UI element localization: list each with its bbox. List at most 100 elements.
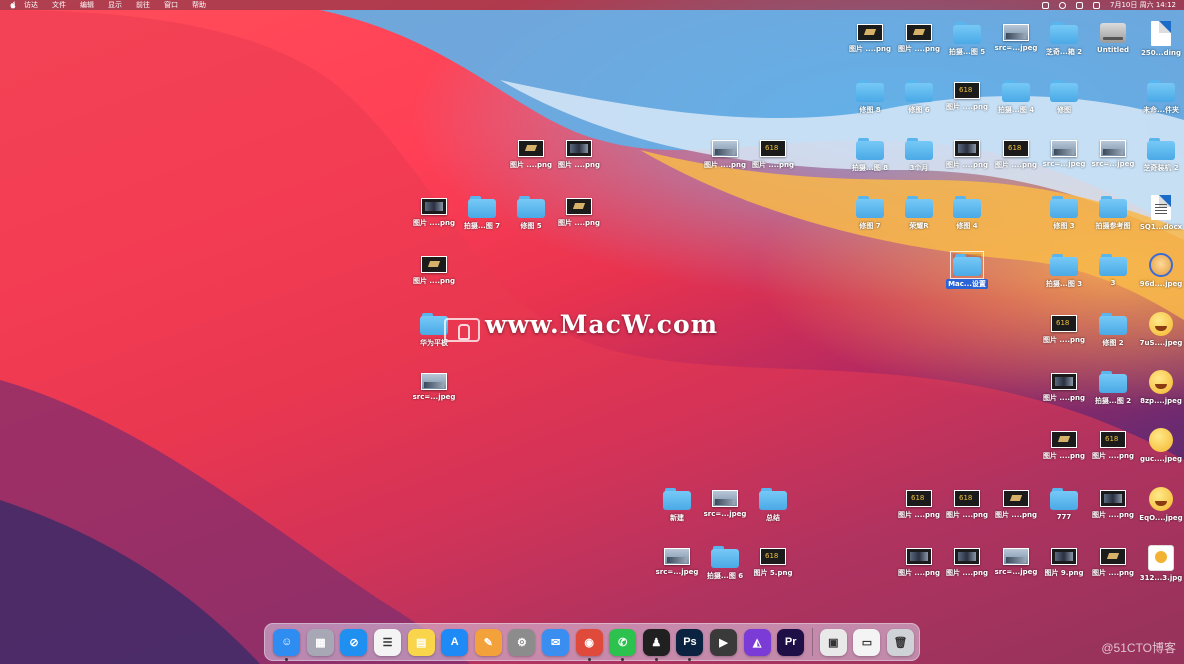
folder-icon xyxy=(905,196,933,218)
dock-notes-icon[interactable]: ▤ xyxy=(407,628,435,656)
desktop-item[interactable]: 图片 5.png xyxy=(745,544,801,590)
dock-qq-mail-icon[interactable]: ✉ xyxy=(542,628,570,656)
image-thumbnail-icon xyxy=(566,140,592,157)
dock-system-preferences-icon[interactable]: ⚙ xyxy=(508,628,536,656)
desktop-item[interactable]: guc....jpeg xyxy=(1133,427,1184,473)
menu-finder[interactable]: 访达 xyxy=(24,0,38,10)
desktop-item[interactable]: 拍摄...图 7 xyxy=(454,194,510,240)
dock-wechat-icon[interactable]: ✆ xyxy=(609,628,637,661)
dock-trash-icon[interactable]: 🗑 xyxy=(886,628,914,656)
desktop-item-label: Mac...设置 xyxy=(946,279,988,289)
image-thumbnail-icon xyxy=(1051,140,1077,157)
desktop-item[interactable]: EqO....jpeg xyxy=(1133,486,1184,532)
desktop-item[interactable]: 图片 ....png xyxy=(1036,311,1092,357)
desktop-item-label: 修图 3 xyxy=(1053,222,1075,230)
desktop-item[interactable]: 图片 ....png xyxy=(745,136,801,182)
desktop-item[interactable]: 芝奇装机 2 xyxy=(1133,136,1184,182)
emoji-image-icon xyxy=(1149,253,1173,277)
dock-app-store-icon[interactable]: A xyxy=(441,628,469,656)
desktop-item[interactable]: 7uS....jpeg xyxy=(1133,311,1184,357)
desktop-item[interactable]: src=...jpeg xyxy=(1036,136,1092,182)
desktop-item[interactable]: 777 xyxy=(1036,486,1092,532)
folder-icon xyxy=(1050,488,1078,510)
status-play-icon[interactable] xyxy=(1059,1,1067,9)
desktop-item[interactable]: 96d....jpeg xyxy=(1133,252,1184,298)
status-battery-icon[interactable] xyxy=(1076,1,1084,9)
desktop-item[interactable]: 修图 4 xyxy=(939,194,995,240)
dock-launchpad-icon[interactable]: ▦ xyxy=(306,628,334,656)
desktop-item-label: 修图 5 xyxy=(520,222,542,230)
desktop-item[interactable]: 图片 9.png xyxy=(1036,544,1092,590)
desktop-item[interactable]: 250...ding xyxy=(1133,20,1184,66)
dock-final-cut-icon[interactable]: ▶ xyxy=(710,628,738,656)
dock-screenshot-icon[interactable]: ▭ xyxy=(853,628,881,656)
desktop-item[interactable]: 图片 ....png xyxy=(1036,427,1092,473)
dock-chrome-icon[interactable]: ◉ xyxy=(575,628,603,661)
desktop-item[interactable]: Mac...设置 xyxy=(939,251,995,298)
desktop-item[interactable]: src=...jpeg xyxy=(406,369,462,415)
status-control-center-icon[interactable] xyxy=(1093,1,1101,9)
desktop-item-label: src=...jpeg xyxy=(994,44,1038,52)
menubar-clock[interactable]: 7月10日 周六 14:12 xyxy=(1110,0,1176,10)
desktop-item-label: 未命...件夹 xyxy=(1143,106,1179,114)
desktop-item-label: 7uS....jpeg xyxy=(1139,339,1183,347)
desktop-item[interactable]: 修图 xyxy=(1036,78,1092,124)
menu-file[interactable]: 文件 xyxy=(52,0,66,10)
running-indicator xyxy=(285,657,289,661)
desktop-item[interactable]: 修图 8 xyxy=(842,78,898,124)
desktop-item-label: 图片 ....png xyxy=(1042,394,1086,402)
desktop-item[interactable]: 图片 ....png xyxy=(551,136,607,182)
menu-view[interactable]: 显示 xyxy=(108,0,122,10)
dock-safari-icon[interactable]: ⊘ xyxy=(340,628,368,656)
desktop-item[interactable]: 图片 ....png xyxy=(406,252,462,298)
image-thumbnail-icon xyxy=(906,24,932,41)
desktop-item[interactable]: 图片 ....png xyxy=(551,194,607,240)
desktop-item[interactable]: 图片 ....png xyxy=(939,544,995,590)
emoji-image-icon xyxy=(1149,312,1173,336)
dock-affinity-icon[interactable]: ◭ xyxy=(743,628,771,656)
menu-window[interactable]: 窗口 xyxy=(164,0,178,10)
desktop-item-label: 图片 ....png xyxy=(1042,452,1086,460)
dock-preview-icon[interactable]: ▣ xyxy=(819,628,847,656)
desktop-item[interactable]: 未命...件夹 xyxy=(1133,78,1184,124)
folder-icon xyxy=(1147,138,1175,160)
drive-icon xyxy=(1100,23,1126,43)
desktop-item[interactable]: 312...3.jpg xyxy=(1133,544,1184,590)
desktop-item[interactable]: 芝奇...箱 2 xyxy=(1036,20,1092,66)
desktop-item[interactable]: 图片 ....png xyxy=(842,20,898,66)
desktop-item-label: src=...jpeg xyxy=(655,568,699,576)
menu-go[interactable]: 前往 xyxy=(136,0,150,10)
dock-qq-icon[interactable]: ♟ xyxy=(642,628,670,661)
desktop-item-label: src=...jpeg xyxy=(1091,160,1135,168)
folder-icon xyxy=(1099,371,1127,393)
image-thumbnail-icon xyxy=(954,140,980,157)
desktop-item-label: 荣耀R xyxy=(909,222,929,230)
image-thumbnail-icon xyxy=(421,373,447,390)
desktop-item[interactable]: 图片 ....png xyxy=(939,136,995,182)
desktop-item[interactable]: 总结 xyxy=(745,486,801,532)
desktop-item[interactable]: 拍摄...图 3 xyxy=(1036,252,1092,298)
desktop-item[interactable]: 拍摄...图 8 xyxy=(842,136,898,182)
desktop-item-label: 修图 6 xyxy=(908,106,930,114)
desktop-item[interactable]: 图片 ....png xyxy=(1036,369,1092,415)
folder-icon xyxy=(1050,22,1078,44)
desktop-item[interactable]: 图片 ....png xyxy=(939,78,995,124)
dock-pages-icon[interactable]: ✎ xyxy=(474,628,502,656)
folder-icon xyxy=(1099,313,1127,335)
desktop-item[interactable]: 8zp....jpeg xyxy=(1133,369,1184,415)
dock-finder-icon[interactable]: ☺ xyxy=(273,628,301,661)
dock-photoshop-icon[interactable]: Ps xyxy=(676,628,704,661)
document-icon xyxy=(1151,21,1171,46)
desktop-item[interactable]: 修图 7 xyxy=(842,194,898,240)
desktop-item[interactable]: 图片 ....png xyxy=(939,486,995,532)
dock-reminders-icon[interactable]: ☰ xyxy=(374,628,402,656)
menu-help[interactable]: 帮助 xyxy=(192,0,206,10)
menu-edit[interactable]: 编辑 xyxy=(80,0,94,10)
desktop-item[interactable]: SQ1...docx xyxy=(1133,194,1184,240)
apple-menu-icon[interactable] xyxy=(8,1,18,9)
desktop-item[interactable]: 拍摄...图 5 xyxy=(939,20,995,66)
status-bell-icon[interactable] xyxy=(1042,1,1050,9)
dock-premiere-icon[interactable]: Pr xyxy=(777,628,805,656)
desktop-item-label: 8zp....jpeg xyxy=(1140,397,1182,405)
desktop-item[interactable]: 修图 3 xyxy=(1036,194,1092,240)
